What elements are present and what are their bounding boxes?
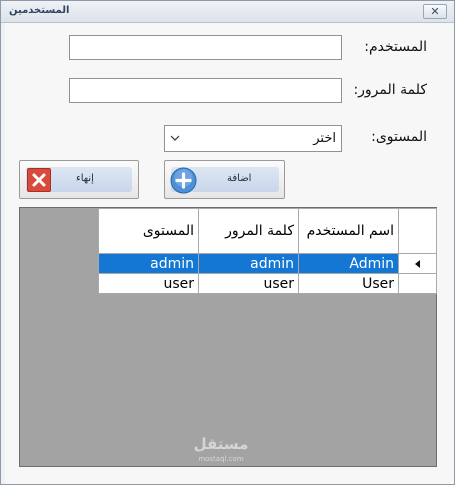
column-header-level[interactable]: المستوى (98, 208, 199, 254)
add-button-label: اضافة (227, 173, 252, 184)
users-table: المستوى كلمة المرور اسم المستخدم admin a… (98, 208, 437, 294)
watermark-text: مستقل (193, 435, 249, 453)
column-header-username[interactable]: اسم المستخدم (298, 208, 399, 254)
row-header[interactable] (398, 273, 437, 294)
finish-button[interactable]: إنهاء (19, 160, 139, 199)
left-edge (1, 23, 5, 484)
close-icon: ✕ (430, 5, 440, 18)
cell-password[interactable]: user (198, 273, 299, 294)
row-header[interactable] (398, 253, 437, 274)
window-title: المستخدمين (9, 5, 70, 16)
cell-password[interactable]: admin (198, 253, 299, 274)
current-row-arrow-icon (415, 259, 420, 268)
chevron-down-icon[interactable] (168, 129, 182, 147)
add-button[interactable]: اضافة (164, 160, 285, 199)
users-window: المستخدمين ✕ المستخدم: كلمة المرور: المس… (0, 0, 455, 485)
cell-level[interactable]: admin (98, 253, 199, 274)
watermark-subtext: mostaql.com (198, 455, 244, 463)
level-label: المستوى: (371, 129, 427, 145)
title-bar[interactable]: المستخدمين ✕ (1, 1, 454, 23)
close-x-icon (27, 168, 51, 192)
corner-header (398, 208, 437, 254)
level-selected-value: اختر (313, 131, 336, 146)
table-row[interactable]: user user User (98, 273, 437, 294)
level-select[interactable]: اختر (164, 125, 342, 152)
plus-circle-icon (170, 167, 197, 194)
cell-username[interactable]: Admin (298, 253, 399, 274)
column-header-password[interactable]: كلمة المرور (198, 208, 299, 254)
cell-level[interactable]: user (98, 273, 199, 294)
finish-button-label: إنهاء (76, 173, 94, 184)
table-row[interactable]: admin admin Admin (98, 253, 437, 274)
password-label: كلمة المرور: (353, 82, 427, 98)
username-label: المستخدم: (364, 39, 427, 55)
grid-header-row: المستوى كلمة المرور اسم المستخدم (98, 208, 437, 254)
users-grid[interactable]: المستوى كلمة المرور اسم المستخدم admin a… (19, 207, 437, 467)
cell-username[interactable]: User (298, 273, 399, 294)
username-field[interactable] (69, 35, 342, 60)
password-field[interactable] (69, 78, 342, 103)
close-button[interactable]: ✕ (423, 4, 447, 19)
watermark-logo: مستقل mostaql.com (181, 437, 261, 467)
